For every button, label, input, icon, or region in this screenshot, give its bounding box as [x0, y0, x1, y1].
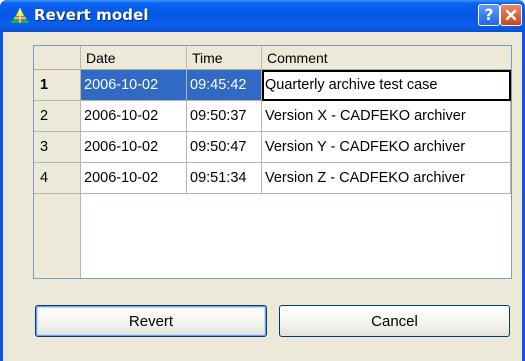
table-cell-comment[interactable]: Quarterly archive test case [262, 70, 511, 101]
table-cell-date[interactable]: 2006-10-02 [81, 101, 187, 132]
table-cell-time[interactable]: 09:50:47 [187, 132, 262, 163]
help-button[interactable]: ? [478, 4, 500, 26]
column-header-comment[interactable]: Comment [262, 46, 511, 70]
table-cell-time[interactable]: 09:45:42 [187, 70, 262, 101]
column-header-date[interactable]: Date [81, 46, 187, 70]
help-icon: ? [484, 5, 494, 24]
table-cell-time[interactable]: 09:51:34 [187, 163, 262, 194]
row-header[interactable]: 3 [34, 132, 81, 163]
row-header[interactable]: 2 [34, 101, 81, 132]
table-empty-area [34, 194, 511, 278]
table-cell-date[interactable]: 2006-10-02 [81, 70, 187, 101]
table-cell-date[interactable]: 2006-10-02 [81, 163, 187, 194]
table-cell-comment[interactable]: Version X - CADFEKO archiver [262, 101, 511, 132]
close-icon [505, 9, 517, 21]
close-button[interactable] [500, 4, 522, 26]
title-bar[interactable]: Revert model ? [0, 0, 525, 32]
corner-header [34, 46, 81, 70]
dialog-window: Revert model ? Date Time Comment 1 2006-… [0, 0, 525, 361]
table-cell-comment[interactable]: Version Y - CADFEKO archiver [262, 132, 511, 163]
feko-antenna-icon [11, 8, 29, 23]
table-cell-time[interactable]: 09:50:37 [187, 101, 262, 132]
history-table[interactable]: Date Time Comment 1 2006-10-02 09:45:42 … [33, 45, 512, 279]
cancel-button[interactable]: Cancel [279, 305, 510, 337]
row-header[interactable]: 1 [34, 70, 81, 101]
table-cell-comment[interactable]: Version Z - CADFEKO archiver [262, 163, 511, 194]
revert-button[interactable]: Revert [35, 305, 267, 337]
row-header[interactable]: 4 [34, 163, 81, 194]
row-header-empty-area [34, 194, 81, 278]
window-title: Revert model [34, 6, 149, 24]
column-header-time[interactable]: Time [187, 46, 262, 70]
table-cell-date[interactable]: 2006-10-02 [81, 132, 187, 163]
